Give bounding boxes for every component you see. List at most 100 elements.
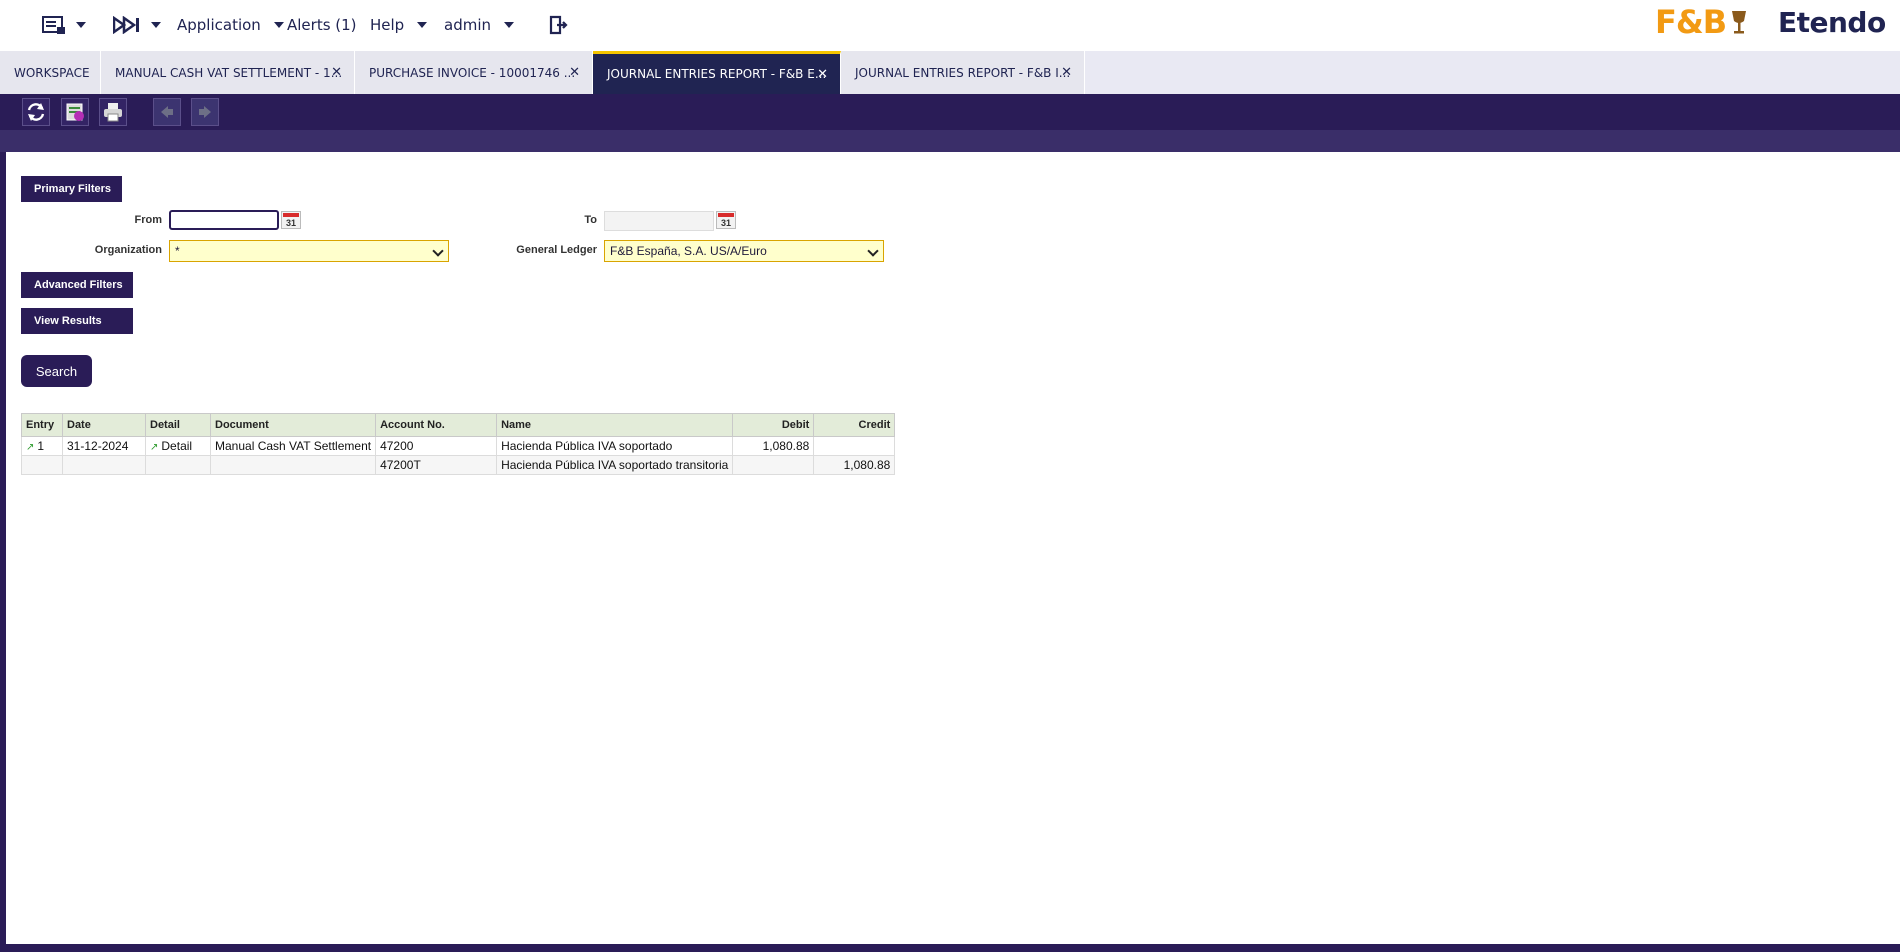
from-label: From	[134, 214, 163, 226]
workspace-menu-button[interactable]	[42, 0, 86, 50]
chevron-down-icon	[432, 245, 444, 257]
export-excel-button[interactable]	[61, 98, 89, 126]
journal-entries-table: Entry Date Detail Document Account No. N…	[21, 413, 896, 475]
tab-label: WORKSPACE	[14, 65, 90, 80]
entry-cell	[21, 455, 63, 475]
entry-link[interactable]: ↗ 1	[21, 436, 63, 456]
account-number-cell: 47200T	[375, 455, 498, 475]
detail-cell	[145, 455, 211, 475]
credit-cell: 1,080.88	[813, 455, 896, 475]
content-bottom-border	[0, 944, 1900, 952]
fb-logo-text: F&B	[1655, 3, 1727, 41]
credit-cell	[813, 436, 896, 456]
close-icon[interactable]: ✕	[817, 54, 828, 94]
chevron-down-icon	[76, 22, 86, 28]
fb-logo: F&B	[1655, 3, 1749, 41]
arrow-right-icon	[199, 106, 211, 118]
detail-link[interactable]: ↗ Detail	[145, 436, 211, 456]
column-header-date: Date	[62, 413, 146, 437]
date-cell: 31-12-2024	[62, 436, 146, 456]
quick-launch-button[interactable]	[113, 0, 161, 50]
application-menu-label: Application	[177, 16, 261, 34]
etendo-logo: Etendo	[1778, 4, 1886, 40]
printer-icon	[104, 103, 122, 122]
general-ledger-select[interactable]: F&B España, S.A. US/A/Euro	[604, 240, 884, 262]
print-button[interactable]	[99, 98, 127, 126]
tab-label: MANUAL CASH VAT SETTLEMENT - 1...	[115, 65, 343, 80]
primary-filters-label: Primary Filters	[34, 183, 112, 195]
view-results-section-button[interactable]: View Results	[21, 308, 133, 334]
tab-purchase-invoice[interactable]: PURCHASE INVOICE - 10001746 ... ✕	[355, 51, 593, 94]
tab-manual-cash-vat-settlement[interactable]: MANUAL CASH VAT SETTLEMENT - 1... ✕	[101, 51, 355, 94]
table-row: ↗ 1 31-12-2024 ↗ Detail Manual Cash VAT Se…	[21, 436, 896, 456]
chevron-down-icon	[867, 245, 879, 257]
tab-journal-entries-report[interactable]: JOURNAL ENTRIES REPORT - F&B I... ✕	[841, 51, 1085, 94]
next-button[interactable]	[191, 98, 219, 126]
application-menu[interactable]: Application	[177, 0, 284, 50]
from-date-input[interactable]	[169, 210, 279, 230]
user-menu-label: admin	[444, 16, 491, 34]
arrow-left-icon	[161, 106, 173, 118]
column-header-debit: Debit	[732, 413, 815, 437]
advanced-filters-section-button[interactable]: Advanced Filters	[21, 272, 133, 298]
search-button[interactable]: Search	[21, 355, 92, 387]
to-calendar-button[interactable]: 31	[716, 211, 736, 229]
table-header-row: Entry Date Detail Document Account No. N…	[21, 413, 896, 437]
close-icon[interactable]: ✕	[1061, 51, 1072, 94]
link-arrow-icon: ↗	[150, 442, 159, 453]
advanced-filters-label: Advanced Filters	[34, 279, 123, 291]
tab-journal-entries-report-active[interactable]: JOURNAL ENTRIES REPORT - F&B E... ✕	[593, 51, 841, 94]
column-header-account-no: Account No.	[375, 413, 498, 437]
chevron-down-icon	[151, 22, 161, 28]
chevron-down-icon	[273, 22, 284, 28]
account-number-cell: 47200	[375, 436, 498, 456]
account-name-cell: Hacienda Pública IVA soportado transitor…	[496, 455, 734, 475]
tab-label: PURCHASE INVOICE - 10001746 ...	[369, 65, 576, 80]
date-cell	[62, 455, 146, 475]
close-icon[interactable]: ✕	[569, 51, 580, 94]
debit-cell	[732, 455, 815, 475]
report-content	[6, 152, 1900, 944]
search-button-label: Search	[35, 363, 78, 379]
organization-select[interactable]: *	[169, 240, 449, 262]
table-row: 47200T Hacienda Pública IVA soportado tr…	[21, 455, 896, 475]
document-cell: Manual Cash VAT Settlement	[209, 436, 377, 456]
alerts-label: Alerts (1)	[287, 16, 357, 34]
logout-button[interactable]	[548, 0, 568, 50]
column-header-detail: Detail	[145, 413, 211, 437]
etendo-logo-text: Etendo	[1778, 5, 1886, 39]
logout-icon	[549, 15, 568, 35]
wine-glass-icon	[1732, 11, 1747, 34]
from-calendar-button[interactable]: 31	[281, 211, 301, 229]
toolbar-divider	[0, 130, 1900, 152]
view-results-label: View Results	[34, 315, 102, 327]
tab-label: JOURNAL ENTRIES REPORT - F&B E...	[607, 67, 827, 81]
to-label: To	[584, 214, 597, 226]
previous-button[interactable]	[153, 98, 181, 126]
alerts-link[interactable]: Alerts (1)	[287, 0, 357, 50]
help-menu[interactable]: Help	[370, 0, 428, 50]
to-date-input[interactable]	[604, 211, 714, 231]
fast-forward-icon	[113, 16, 139, 34]
chevron-down-icon	[504, 22, 514, 28]
primary-filters-section-button[interactable]: Primary Filters	[21, 176, 122, 202]
general-ledger-value: F&B España, S.A. US/A/Euro	[610, 244, 767, 258]
tab-label: JOURNAL ENTRIES REPORT - F&B I...	[855, 65, 1071, 80]
document-cell	[209, 455, 377, 475]
calendar-icon: 31	[720, 218, 731, 228]
tab-workspace[interactable]: WORKSPACE	[0, 51, 101, 94]
account-name-cell: Hacienda Pública IVA soportado	[496, 436, 734, 456]
organization-value: *	[175, 244, 180, 258]
column-header-credit: Credit	[813, 413, 896, 437]
window-tab-bar: WORKSPACE MANUAL CASH VAT SETTLEMENT - 1…	[0, 51, 1900, 94]
calendar-icon: 31	[285, 218, 296, 228]
link-arrow-icon: ↗	[26, 442, 35, 453]
organization-label: Organization	[94, 244, 162, 256]
refresh-button[interactable]	[22, 98, 50, 126]
detail-link-label: Detail	[161, 439, 193, 453]
list-menu-icon	[42, 16, 65, 34]
close-icon[interactable]: ✕	[331, 51, 342, 94]
column-header-entry: Entry	[21, 413, 63, 437]
spreadsheet-icon	[66, 103, 84, 121]
user-menu[interactable]: admin	[444, 0, 514, 50]
